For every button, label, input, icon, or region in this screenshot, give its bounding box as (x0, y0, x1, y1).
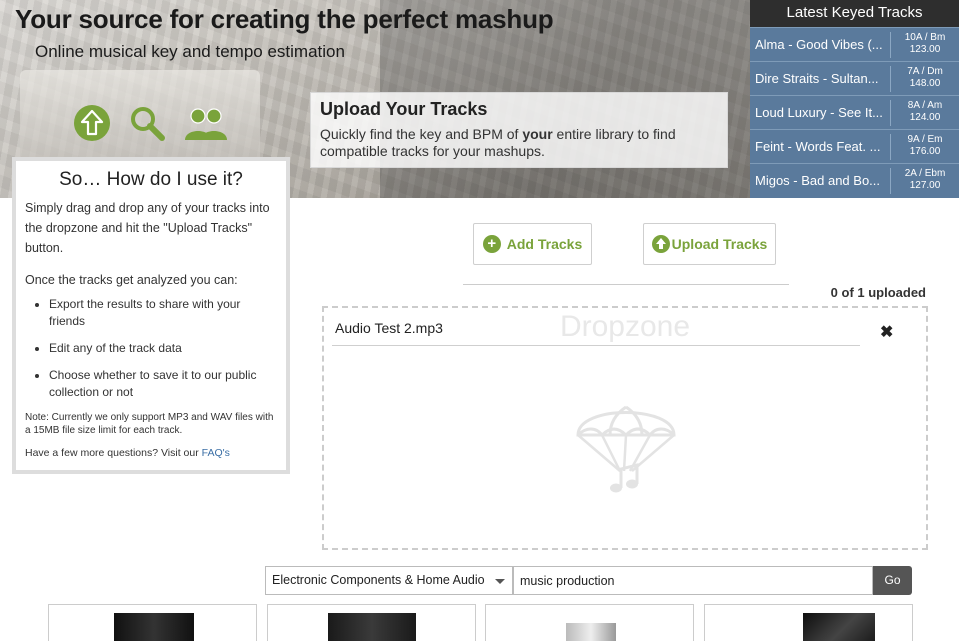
product-card[interactable] (485, 604, 694, 641)
upload-icon[interactable] (73, 104, 111, 142)
track-name[interactable]: Feint - Words Feat. ... (755, 139, 890, 154)
product-image (566, 623, 616, 641)
track-name[interactable]: Alma - Good Vibes (... (755, 37, 890, 52)
divider (463, 284, 789, 285)
how-to-intro: Simply drag and drop any of your tracks … (25, 201, 270, 255)
how-to-after: Once the tracks get analyzed you can: (25, 273, 238, 287)
upload-tracks-button[interactable]: Upload Tracks (643, 223, 776, 265)
category-select[interactable]: Electronic Components & Home Audio (265, 566, 513, 595)
track-key-bpm: 9A / Em 176.00 (890, 134, 959, 160)
add-tracks-label: Add Tracks (506, 236, 583, 252)
search-icon[interactable] (128, 104, 166, 142)
file-row-divider (332, 345, 860, 346)
product-card[interactable] (704, 604, 913, 641)
plus-icon: + (482, 235, 501, 253)
track-name[interactable]: Dire Straits - Sultan... (755, 71, 890, 86)
latest-track-row[interactable]: Dire Straits - Sultan... 7A / Dm 148.00 (750, 61, 959, 95)
users-icon[interactable] (184, 104, 228, 142)
latest-keyed-tracks-panel: Latest Keyed Tracks Alma - Good Vibes (.… (750, 0, 959, 198)
track-key-bpm: 10A / Bm 123.00 (890, 32, 959, 58)
product-card[interactable] (267, 604, 476, 641)
upload-card-title: Upload Your Tracks (320, 99, 488, 119)
go-button[interactable]: Go (873, 566, 912, 595)
how-to-box: So… How do I use it? Simply drag and dro… (12, 157, 290, 474)
upload-tracks-label: Upload Tracks (671, 236, 768, 252)
category-select-value: Electronic Components & Home Audio (272, 573, 485, 587)
product-image (803, 613, 875, 641)
track-name[interactable]: Migos - Bad and Bo... (755, 173, 890, 188)
product-card[interactable] (48, 604, 257, 641)
product-search-input[interactable] (513, 566, 873, 595)
track-key-bpm: 7A / Dm 148.00 (890, 66, 959, 92)
latest-track-row[interactable]: Migos - Bad and Bo... 2A / Ebm 127.00 (750, 163, 959, 197)
track-name[interactable]: Loud Luxury - See It... (755, 105, 890, 120)
list-item: Edit any of the track data (49, 340, 277, 357)
upload-count: 0 of 1 uploaded (830, 285, 926, 300)
queued-file-name: Audio Test 2.mp3 (335, 320, 443, 336)
file-support-note: Note: Currently we only support MP3 and … (25, 412, 274, 436)
remove-file-icon[interactable]: ✖ (880, 322, 893, 342)
upload-info-card: Upload Your Tracks Quickly find the key … (310, 92, 728, 168)
track-key-bpm: 8A / Am 124.00 (890, 100, 959, 126)
faq-link[interactable]: FAQ's (202, 447, 230, 459)
latest-track-row[interactable]: Loud Luxury - See It... 8A / Am 124.00 (750, 95, 959, 129)
how-to-title: So… How do I use it? (59, 169, 243, 190)
faq-line: Have a few more questions? Visit our FAQ… (25, 447, 230, 459)
how-to-list: Export the results to share with your fr… (49, 296, 277, 401)
chevron-down-icon (495, 579, 505, 584)
parachute-music-icon (574, 393, 678, 502)
upload-arrow-icon (651, 235, 670, 253)
latest-track-row[interactable]: Alma - Good Vibes (... 10A / Bm 123.00 (750, 27, 959, 61)
list-item: Choose whether to save it to our public … (49, 367, 277, 401)
list-item: Export the results to share with your fr… (49, 296, 277, 330)
latest-track-row[interactable]: Feint - Words Feat. ... 9A / Em 176.00 (750, 129, 959, 163)
hero-subtitle: Online musical key and tempo estimation (35, 42, 345, 61)
upload-card-text: Quickly find the key and BPM of your ent… (320, 126, 676, 159)
dropzone[interactable]: Dropzone Audio Test 2.mp3 ✖ (322, 306, 928, 550)
product-image (114, 613, 194, 641)
product-image (328, 613, 416, 641)
latest-header: Latest Keyed Tracks (750, 0, 959, 27)
add-tracks-button[interactable]: + Add Tracks (473, 223, 592, 265)
track-key-bpm: 2A / Ebm 127.00 (890, 168, 959, 194)
hero-title: Your source for creating the perfect mas… (15, 4, 554, 34)
